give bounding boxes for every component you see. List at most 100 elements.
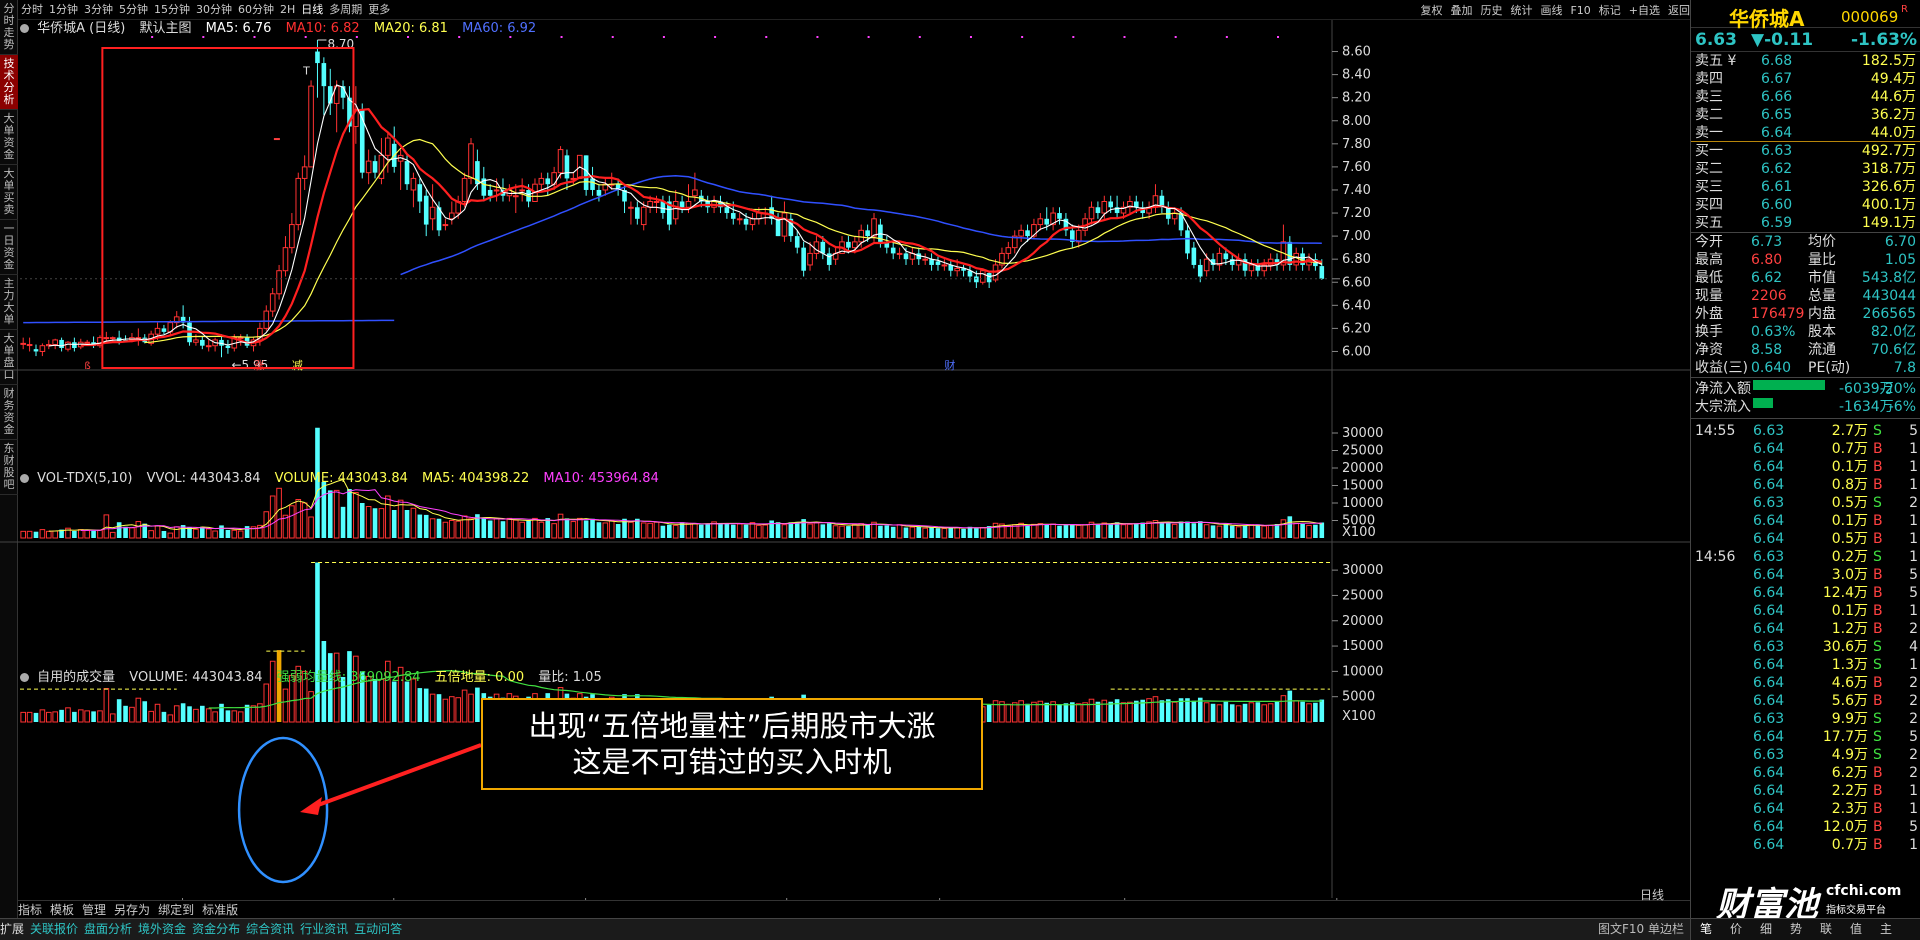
volume-bar <box>896 524 903 539</box>
status-item-2[interactable]: 盘面分析 <box>84 919 132 940</box>
tick-cell: 6.64 <box>1753 801 1785 817</box>
status-item-1[interactable]: 关联报价 <box>30 919 78 940</box>
tick-cell: 12.4万 <box>1822 585 1868 601</box>
volume-settings-icon[interactable] <box>20 474 29 483</box>
tick-cell: B <box>1873 567 1883 583</box>
candle-body <box>1133 201 1139 208</box>
candle-body <box>640 206 647 226</box>
volume2-bar <box>1063 703 1069 722</box>
panel-tab-0[interactable]: 笔 <box>1691 919 1721 940</box>
status-item-0[interactable]: 扩展 <box>0 919 24 940</box>
panel-tab-3[interactable]: 势 <box>1781 919 1811 940</box>
volume2-bar <box>1114 699 1120 722</box>
candle-body <box>487 189 493 196</box>
custom-volume-settings-icon[interactable] <box>20 673 29 682</box>
indicator-tab-2[interactable]: 管理 <box>82 901 106 919</box>
volume-bar <box>97 529 103 539</box>
candle-body <box>1044 218 1050 225</box>
quote-price-row: 6.63 ▼-0.11 -1.63% <box>1691 28 1920 52</box>
order-book: 卖五 ¥ 6.68 182.5万 卖四 6.67 49.4万 卖三 6.66 44.6万 卖二 6.… <box>1691 52 1920 232</box>
volume-bar <box>1140 522 1145 538</box>
volume-bar <box>1274 524 1280 538</box>
status-right[interactable]: 图文F10 单边栏 <box>1598 919 1684 940</box>
sell-price: 6.67 <box>1761 71 1793 87</box>
volume2-bar <box>1242 703 1248 722</box>
volume-bar <box>148 530 154 539</box>
volume-bar <box>1267 524 1274 539</box>
tick-cell: 6.64 <box>1753 477 1785 493</box>
status-item-6[interactable]: 行业资讯 <box>300 919 348 940</box>
volume-bar <box>1120 524 1127 539</box>
volume2-bar <box>161 711 167 722</box>
buy-volume: 326.6万 <box>1861 179 1916 195</box>
tick-cell: 6.64 <box>1753 837 1785 853</box>
top-marker-dot <box>969 36 972 38</box>
volume-bar <box>647 522 653 539</box>
volume2-bar <box>1223 701 1229 722</box>
indicator-tab-1[interactable]: 模板 <box>50 901 74 919</box>
volume-bar <box>583 520 589 538</box>
five-times-volume-bar <box>276 650 282 722</box>
volume-bar <box>109 531 116 539</box>
tick-cell: 5 <box>1909 819 1918 835</box>
five-times-volume-value: 五倍地量: 0.00 <box>434 670 525 685</box>
tick-row: 6.64 12.4万 B 5 <box>1691 584 1920 602</box>
candle-body <box>161 328 167 332</box>
price-axis-label: 7.40 <box>1342 183 1371 198</box>
tick-cell: 6.64 <box>1753 621 1785 637</box>
indicator-tab-4[interactable]: 绑定到 <box>158 901 194 919</box>
indicator-tab-0[interactable]: 指标 <box>18 901 42 919</box>
sell-volume: 44.6万 <box>1870 89 1916 105</box>
status-item-3[interactable]: 境外资金 <box>138 919 186 940</box>
status-item-4[interactable]: 资金分布 <box>192 919 240 940</box>
indicator-tab-5[interactable]: 标准版 <box>202 901 238 919</box>
volume-bar <box>590 518 595 538</box>
price-axis-label: 8.20 <box>1342 91 1371 106</box>
custom-volume-legend: 自用的成交量 VOLUME: 443043.84 强弱均量线: 369092.8… <box>20 670 612 686</box>
volume2-bar <box>219 703 224 722</box>
status-item-5[interactable]: 综合资讯 <box>246 919 294 940</box>
custom-volume-title[interactable]: 自用的成交量 <box>37 670 115 685</box>
tick-cell: 6.64 <box>1753 693 1785 709</box>
tick-cell: 1 <box>1909 657 1918 673</box>
volume-bar <box>705 524 710 538</box>
volume-bar <box>1210 525 1216 538</box>
stat-cell: PE(动) <box>1808 360 1851 376</box>
tick-cell: 0.7万 <box>1831 837 1868 853</box>
volume-bar <box>1108 524 1114 538</box>
tick-cell: 0.1万 <box>1831 603 1868 619</box>
volume2-bar <box>1005 703 1012 723</box>
tick-cell: 6.64 <box>1753 567 1785 583</box>
volume-bar <box>500 521 506 538</box>
chart-style-label[interactable]: 默认主图 <box>139 21 191 36</box>
candle-body <box>538 177 545 185</box>
candle-body <box>794 236 800 248</box>
volume-bar <box>1197 521 1203 538</box>
day-line-label[interactable]: 日线 <box>1640 886 1664 903</box>
panel-tab-5[interactable]: 值 <box>1841 919 1871 940</box>
panel-tab-1[interactable]: 价 <box>1721 919 1751 940</box>
panel-tab-2[interactable]: 细 <box>1751 919 1781 940</box>
last-price: 6.63 <box>1695 30 1737 50</box>
candle-body <box>301 166 308 179</box>
panel-tab-4[interactable]: 联 <box>1811 919 1841 940</box>
volume2-bar <box>1319 699 1325 722</box>
indicator-tab-3[interactable]: 另存为 <box>114 901 150 919</box>
volume-bar <box>276 487 282 539</box>
candle-body <box>442 224 449 227</box>
buy-volume: 492.7万 <box>1861 143 1916 159</box>
stat-cell: 2206 <box>1751 288 1787 304</box>
panel-tab-6[interactable]: 主 <box>1871 919 1901 940</box>
main-chart-settings-icon[interactable] <box>20 24 29 33</box>
volume-indicator-title[interactable]: VOL-TDX(5,10) <box>37 471 132 486</box>
tick-cell: 6.64 <box>1753 513 1785 529</box>
volume2-bar <box>154 703 161 723</box>
tick-row: 6.64 0.1万 B 1 <box>1691 512 1920 530</box>
candle-body <box>820 241 826 254</box>
volume2-bar <box>455 697 462 723</box>
volume-bar <box>116 522 122 538</box>
tick-cell: 14:55 <box>1695 423 1736 439</box>
status-item-7[interactable]: 互动问答 <box>354 919 402 940</box>
volume-bar <box>1101 522 1108 539</box>
volume-bar <box>788 522 794 538</box>
